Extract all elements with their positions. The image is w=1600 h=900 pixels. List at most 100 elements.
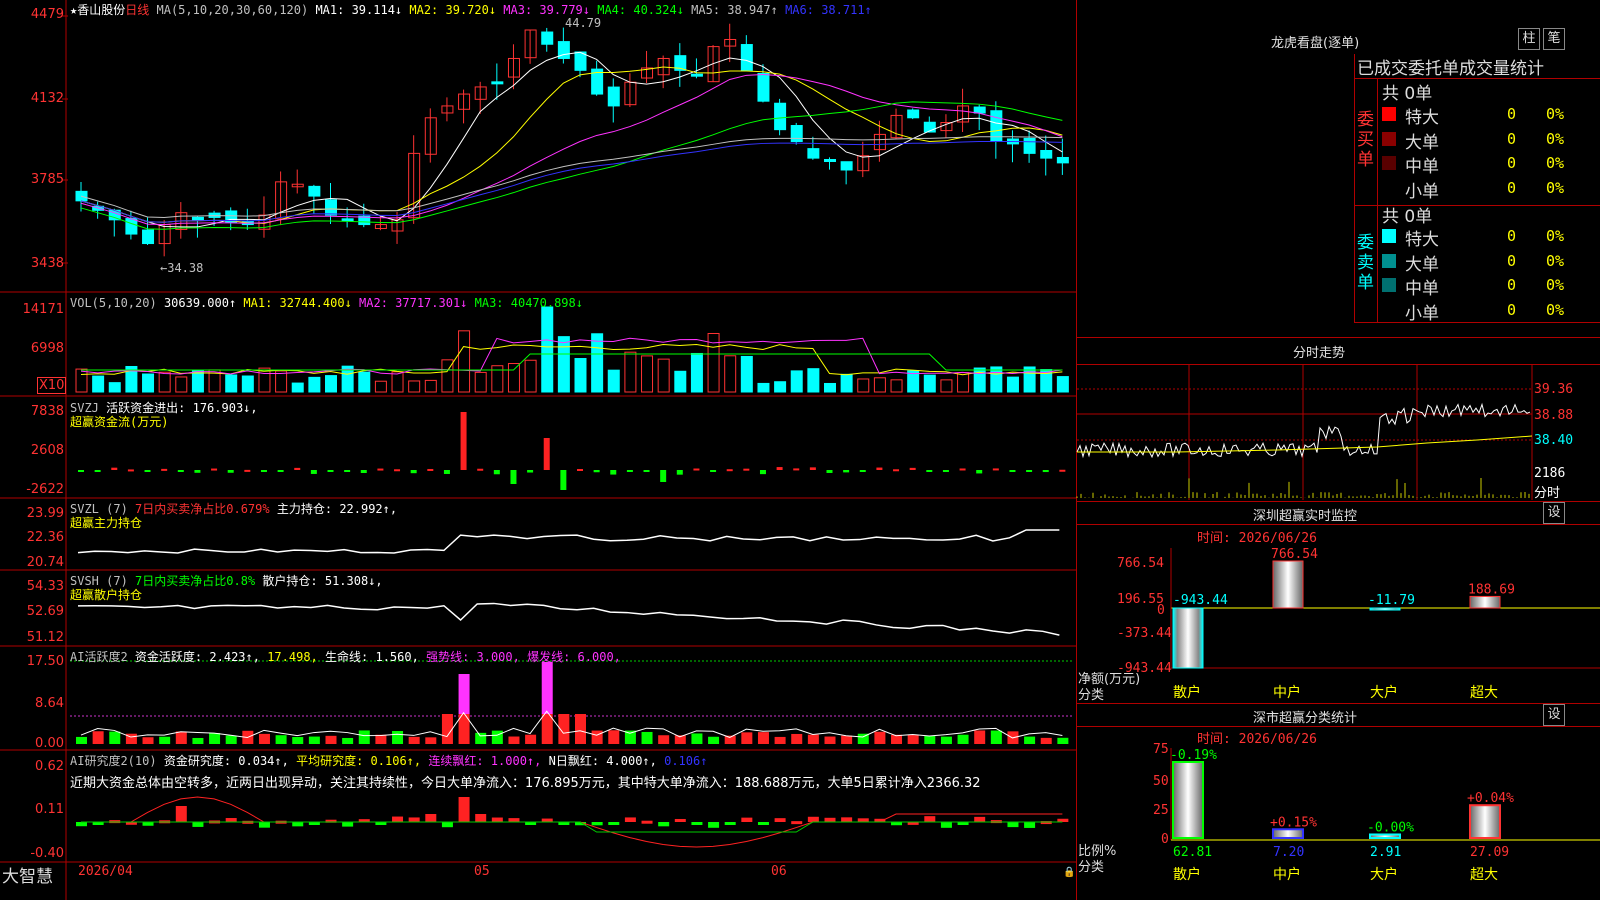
volume-bar xyxy=(641,355,654,393)
volume-bar xyxy=(757,382,770,393)
flow-bar xyxy=(560,470,567,490)
research-bar xyxy=(408,817,420,822)
ai-active-desc: 资金活跃度: xyxy=(134,650,203,664)
flow-bar xyxy=(809,467,816,470)
volume-bar xyxy=(424,379,437,393)
holding-line xyxy=(77,529,1060,554)
volume-bar xyxy=(624,351,637,393)
svsh-subtitle: 超赢散户持仓 xyxy=(70,588,143,602)
active-bar xyxy=(475,732,487,744)
active-bar xyxy=(691,733,703,744)
candle-body xyxy=(1056,156,1069,164)
flow-bar xyxy=(527,470,534,473)
stats-change-label: +0.15% xyxy=(1270,815,1317,830)
research-bar xyxy=(624,817,636,822)
svsh-ratio: 7日内买卖净占比0.8% xyxy=(135,574,256,588)
ma-line xyxy=(80,73,1063,226)
volume-bar xyxy=(458,330,471,393)
research-bar xyxy=(708,822,720,828)
volume-value: 30639.000↑ xyxy=(163,296,237,310)
volume-label: VOL(5,10,20) xyxy=(70,296,157,310)
research-bar xyxy=(924,816,936,822)
candle-body xyxy=(491,81,504,85)
candle-body xyxy=(807,148,820,159)
flow-bar xyxy=(327,470,334,472)
svzl-value: 22.992↑, xyxy=(339,502,398,516)
ma-item: MA2: 39.720↓ xyxy=(402,3,497,17)
kline-chart-area[interactable]: ★香山股份日线 MA(5,10,20,30,60,120) MA1: 39.11… xyxy=(0,0,1076,900)
volume-bar xyxy=(774,381,787,393)
active-bar xyxy=(1040,737,1052,744)
flow-bar xyxy=(227,470,234,473)
ma-line xyxy=(80,136,1063,218)
active-bar xyxy=(757,732,769,744)
flow-bar xyxy=(776,467,783,470)
active-bar xyxy=(308,736,320,744)
volume-bar xyxy=(940,379,953,393)
active-bar xyxy=(824,736,836,744)
flow-bar xyxy=(1042,470,1049,473)
svsh-axis-label: 51.12 xyxy=(26,630,64,645)
research-bar xyxy=(791,821,803,825)
ai-research-nday: N日飘红: 4.000↑, xyxy=(548,754,657,768)
volume-bar xyxy=(308,376,321,393)
volume-bar xyxy=(690,352,703,393)
active-bar xyxy=(159,736,171,744)
ai-active-label: AI活跃度2 xyxy=(70,650,128,664)
period-label[interactable]: 日线 xyxy=(125,3,149,17)
ai-active-axis-label: 17.50 xyxy=(26,654,64,669)
active-bar xyxy=(575,714,586,744)
volume-unit-badge[interactable]: X10 xyxy=(37,377,67,394)
stats-change-label: -0.19% xyxy=(1170,748,1217,763)
research-bar xyxy=(475,814,487,822)
flow-bar xyxy=(992,468,999,471)
volume-bar xyxy=(857,378,870,393)
ai-active-header: AI活跃度2 资金活跃度: 2.423↑, 17.498, 生命线: 1.560… xyxy=(70,648,621,665)
volume-bar xyxy=(1023,366,1036,393)
flow-bar xyxy=(959,468,966,471)
ai-active-v2: 17.498, xyxy=(267,650,318,664)
candle-body xyxy=(757,72,770,102)
research-bar xyxy=(857,818,869,822)
lock-icon[interactable]: 🔒 xyxy=(1063,867,1075,878)
volume-bar xyxy=(391,371,404,393)
ai-research-note: 近期大资金总体由空转多，近两日出现异动，关注其持续性，今日大单净流入：176.8… xyxy=(70,776,981,791)
ai-burst-line: 爆发线: 6.000, xyxy=(527,650,621,664)
active-bar xyxy=(491,730,503,744)
flow-bar xyxy=(976,470,983,474)
active-bar xyxy=(342,737,354,744)
flow-bar xyxy=(893,469,900,472)
flow-bar xyxy=(244,469,251,472)
active-bar xyxy=(92,731,104,744)
candle-body xyxy=(191,216,204,221)
stats-value-label: 62.81 xyxy=(1173,845,1212,860)
stats-value-label: 2.91 xyxy=(1370,845,1401,860)
ma-values: MA1: 39.114↓ MA2: 39.720↓ MA3: 39.779↓ M… xyxy=(315,3,871,17)
flow-bar xyxy=(161,468,168,471)
volume-bar xyxy=(873,377,886,393)
candle-body xyxy=(574,51,587,71)
research-bar xyxy=(841,817,853,822)
active-bar xyxy=(392,731,404,744)
volume-bar xyxy=(957,372,970,393)
svzl-axis-label: 20.74 xyxy=(26,555,64,570)
active-bar xyxy=(408,736,420,744)
ai-research-axis-label: 0.62 xyxy=(35,759,64,774)
active-bar xyxy=(741,732,753,744)
flow-bar xyxy=(310,470,317,474)
svzj-axis-label: -2622 xyxy=(26,482,64,497)
candle-body xyxy=(690,73,703,77)
volume-ma-line xyxy=(80,337,1063,375)
active-bar xyxy=(375,734,387,744)
flow-bar xyxy=(577,469,583,472)
holding-line xyxy=(77,602,1060,636)
research-bar xyxy=(142,822,154,826)
active-bar xyxy=(641,731,653,744)
active-bar xyxy=(292,737,304,744)
flow-bar xyxy=(876,467,883,470)
ai-active-value: 2.423↑, xyxy=(209,650,260,664)
volume-bar xyxy=(142,373,155,393)
flow-bar xyxy=(693,468,700,471)
svsh-axis-label: 54.33 xyxy=(26,579,64,594)
volume-bar xyxy=(374,380,387,393)
